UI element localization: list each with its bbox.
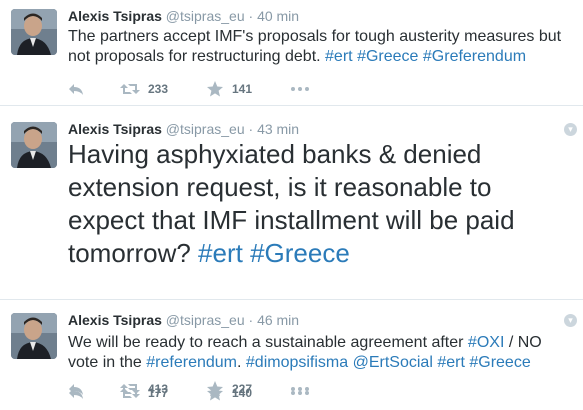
- text-segment: .: [237, 354, 246, 371]
- hashtag-link[interactable]: #ert: [198, 238, 243, 268]
- retweet-icon[interactable]: [120, 80, 140, 98]
- tweet-header: Alexis Tsipras @tsipras_eu · 40 min: [68, 7, 299, 25]
- separator: ·: [248, 121, 254, 137]
- favorite-count[interactable]: 141: [232, 80, 252, 98]
- hashtag-link[interactable]: #Greece: [357, 48, 418, 65]
- chevron-down-icon[interactable]: ▾: [564, 314, 577, 327]
- timestamp[interactable]: 40 min: [257, 8, 299, 24]
- avatar[interactable]: [11, 9, 57, 55]
- tweet[interactable]: Alexis Tsipras @tsipras_eu · 40 min The …: [0, 0, 583, 106]
- hashtag-link[interactable]: #ert: [325, 48, 353, 65]
- tweet-text: The partners accept IMF's proposals for …: [68, 27, 573, 67]
- tweet[interactable]: Alexis Tsipras @tsipras_eu · 46 min ▾ We…: [0, 300, 583, 410]
- hashtag-link[interactable]: #referendum: [146, 354, 237, 371]
- author-name[interactable]: Alexis Tsipras: [68, 121, 162, 137]
- timestamp[interactable]: 46 min: [257, 312, 299, 328]
- reply-icon[interactable]: [68, 80, 84, 98]
- retweet-count[interactable]: 177: [148, 384, 168, 402]
- star-icon[interactable]: [206, 80, 224, 98]
- tweet-text: Having asphyxiated banks & denied extens…: [68, 138, 568, 270]
- hashtag-link[interactable]: #Greece: [469, 354, 530, 371]
- retweet-icon[interactable]: [120, 384, 140, 402]
- more-icon[interactable]: [290, 384, 310, 402]
- hashtag-link[interactable]: #Greece: [250, 238, 350, 268]
- hashtag-link[interactable]: #ert: [437, 354, 465, 371]
- author-handle[interactable]: @tsipras_eu: [166, 312, 245, 328]
- tweet[interactable]: Alexis Tsipras @tsipras_eu · 43 min ▾ Ha…: [0, 106, 583, 397]
- hashtag-link[interactable]: #Greferendum: [423, 48, 526, 65]
- retweet-count[interactable]: 233: [148, 80, 168, 98]
- tweet-header: Alexis Tsipras @tsipras_eu · 43 min: [68, 120, 299, 138]
- reply-icon[interactable]: [68, 384, 84, 402]
- author-handle[interactable]: @tsipras_eu: [166, 8, 245, 24]
- hashtag-link[interactable]: #dimopsifisma: [246, 354, 348, 371]
- tweet-header: Alexis Tsipras @tsipras_eu · 46 min: [68, 311, 299, 329]
- favorite-count[interactable]: 140: [232, 384, 252, 402]
- separator: ·: [248, 312, 254, 328]
- more-icon[interactable]: [290, 80, 310, 98]
- avatar[interactable]: [11, 122, 57, 168]
- tweet-timeline: Alexis Tsipras @tsipras_eu · 40 min The …: [0, 0, 583, 410]
- timestamp[interactable]: 43 min: [257, 121, 299, 137]
- tweet-text: We will be ready to reach a sustainable …: [68, 333, 573, 373]
- avatar[interactable]: [11, 313, 57, 359]
- author-name[interactable]: Alexis Tsipras: [68, 8, 162, 24]
- mention-link[interactable]: @ErtSocial: [353, 354, 433, 371]
- separator: ·: [248, 8, 254, 24]
- star-icon[interactable]: [206, 384, 224, 402]
- text-segment: We will be ready to reach a sustainable …: [68, 334, 468, 351]
- hashtag-link[interactable]: #OXI: [468, 334, 504, 351]
- chevron-down-icon[interactable]: ▾: [564, 123, 577, 136]
- author-name[interactable]: Alexis Tsipras: [68, 312, 162, 328]
- author-handle[interactable]: @tsipras_eu: [166, 121, 245, 137]
- text-segment: [243, 238, 250, 268]
